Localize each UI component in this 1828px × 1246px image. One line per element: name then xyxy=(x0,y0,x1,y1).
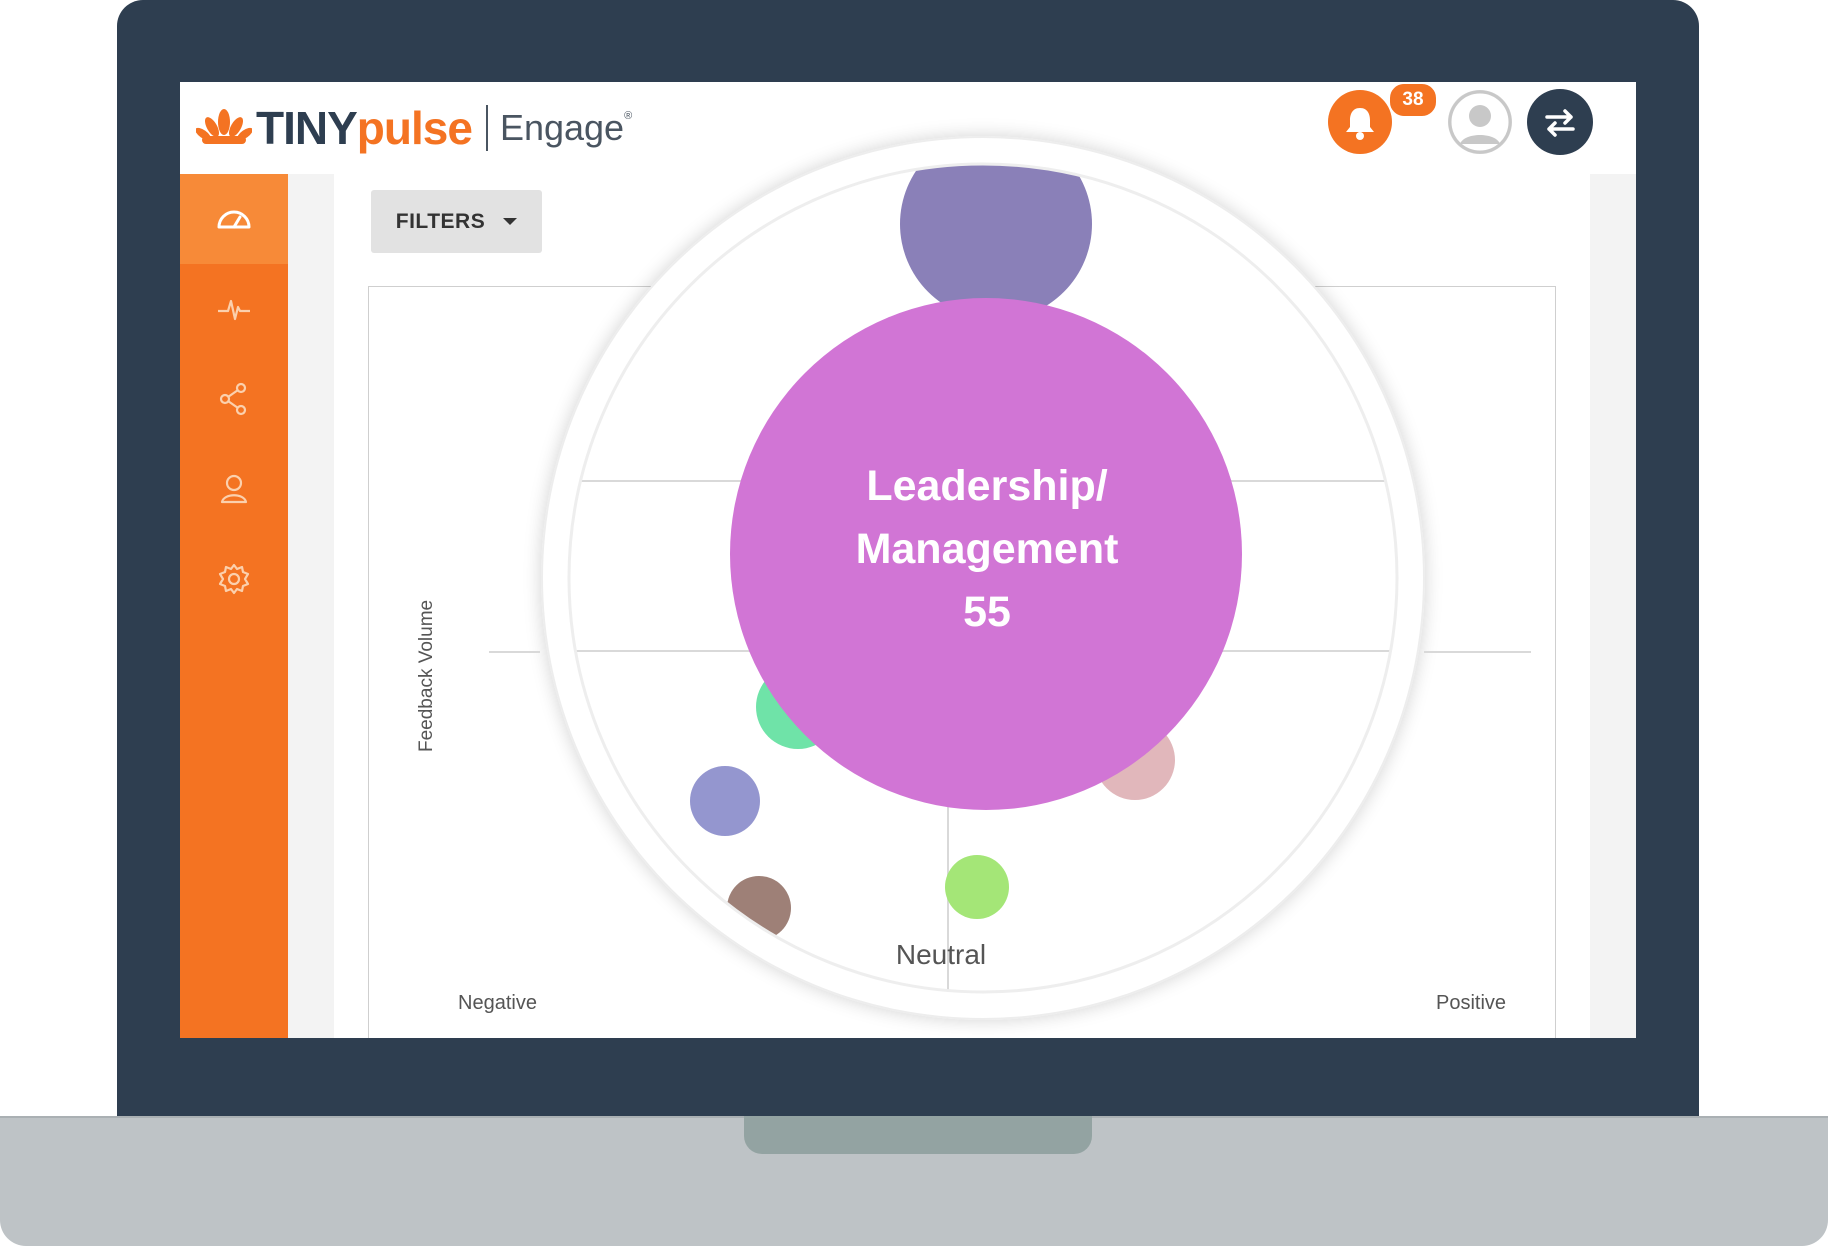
bubble-label-line1: Leadership/ xyxy=(866,462,1107,510)
magnified-chart: Leadership/ Management 55 Neutral xyxy=(567,162,1399,994)
user-avatar[interactable] xyxy=(1448,90,1512,154)
logo-separator xyxy=(485,105,488,151)
sidebar xyxy=(180,174,288,1038)
share-icon xyxy=(219,382,247,416)
filters-button[interactable]: FILTERS xyxy=(371,190,542,253)
logo-text-pulse: pulse xyxy=(356,102,473,154)
dashboard-gauge-icon xyxy=(217,210,251,229)
swap-arrows-icon xyxy=(1545,109,1575,137)
x-label-negative: Negative xyxy=(458,992,537,1014)
user-silhouette-icon xyxy=(1448,90,1512,154)
sidebar-item-dashboard[interactable] xyxy=(180,174,288,264)
gear-icon xyxy=(218,563,250,595)
sidebar-item-settings[interactable] xyxy=(180,534,288,624)
pulse-line-icon xyxy=(218,299,250,321)
switch-account-button[interactable] xyxy=(1527,89,1593,155)
lotus-logo-icon xyxy=(196,109,252,144)
filters-label: FILTERS xyxy=(395,209,486,233)
sidebar-item-pulse[interactable] xyxy=(180,264,288,354)
x-label-neutral: Neutral xyxy=(896,939,986,970)
x-label-positive: Positive xyxy=(1436,992,1507,1014)
logo-text-tiny: TINY xyxy=(256,102,358,154)
sidebar-item-people[interactable] xyxy=(180,444,288,534)
laptop-notch xyxy=(744,1116,1092,1154)
bubble-brown[interactable] xyxy=(727,876,791,940)
registered-mark: ® xyxy=(624,110,633,122)
bubble-lavender[interactable] xyxy=(690,766,760,836)
notification-count-badge: 38 xyxy=(1388,82,1438,118)
user-icon xyxy=(220,474,248,504)
bubble-lime[interactable] xyxy=(945,855,1009,919)
bubble-label-line2: Management xyxy=(856,525,1119,573)
caret-down-icon xyxy=(503,218,518,225)
bubble-value: 55 xyxy=(963,588,1011,636)
sidebar-item-share[interactable] xyxy=(180,354,288,444)
